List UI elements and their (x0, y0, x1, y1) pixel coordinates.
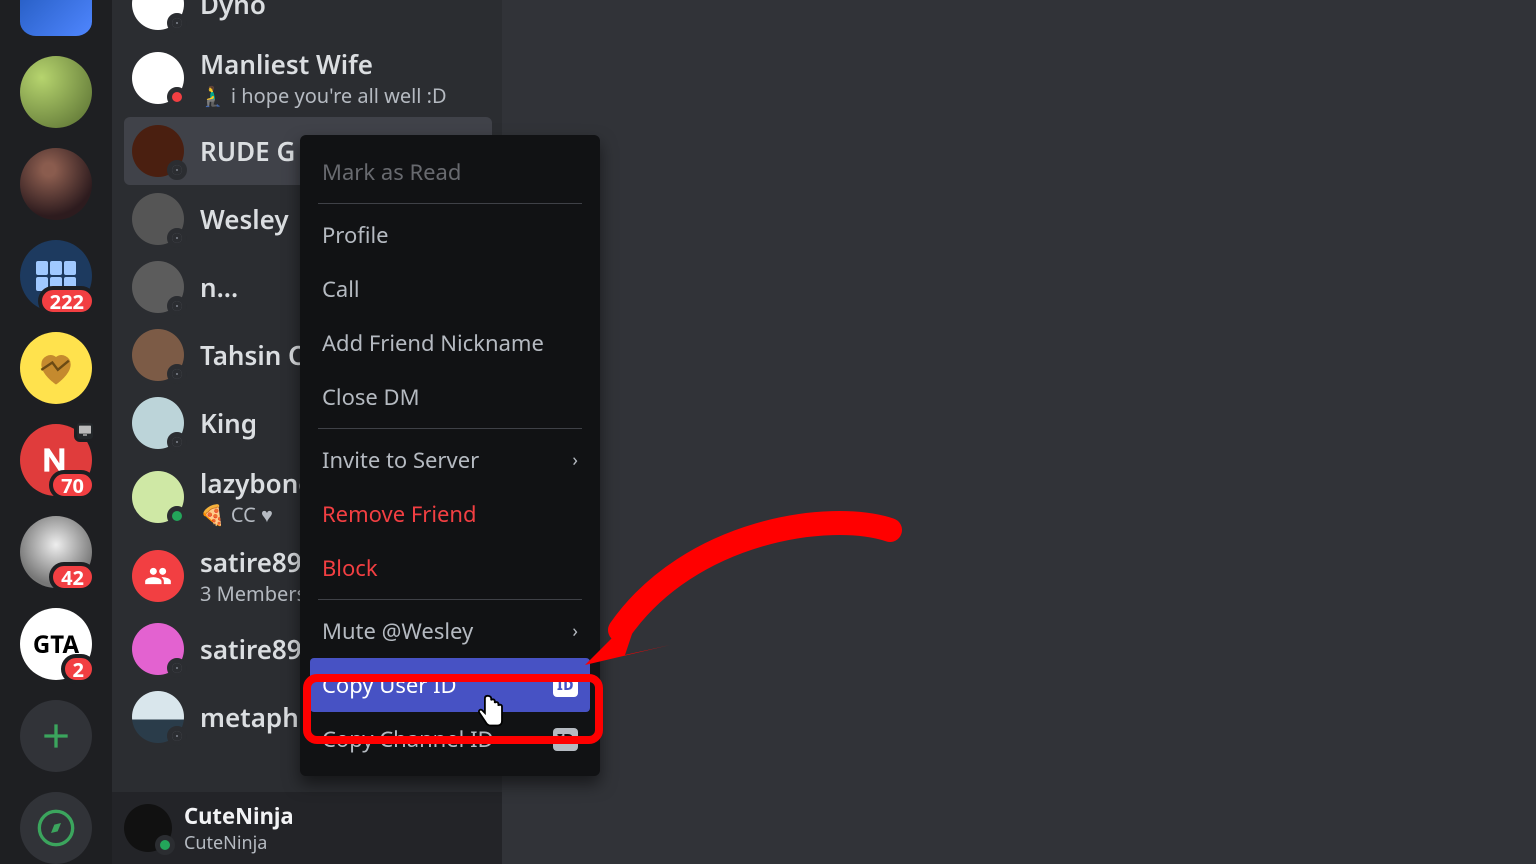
server-badge: 70 (49, 470, 96, 500)
presence-offline-icon (167, 432, 187, 452)
server-icon[interactable]: GTA 2 (20, 608, 92, 680)
server-icon[interactable] (20, 332, 92, 404)
dm-name: Wesley (200, 201, 289, 237)
server-icon[interactable]: 222 (20, 240, 92, 312)
server-badge: 42 (49, 562, 96, 592)
separator (318, 599, 582, 600)
ctx-copy-user-id[interactable]: Copy User IDID (310, 658, 590, 712)
plus-icon (36, 716, 76, 756)
chevron-right-icon: › (572, 619, 578, 643)
group-avatar (132, 550, 184, 602)
server-icon[interactable] (20, 56, 92, 128)
dm-members: 3 Members (200, 580, 306, 607)
server-icon[interactable] (20, 148, 92, 220)
presence-offline-icon (167, 726, 187, 746)
dm-status: 🧎‍♂️i hope you're all well :D (200, 82, 447, 109)
people-icon (144, 562, 172, 590)
explore-servers-button[interactable] (20, 792, 92, 864)
presence-offline-icon (167, 658, 187, 678)
server-icon[interactable]: 42 (20, 516, 92, 588)
dm-name: satire89 (200, 631, 302, 667)
presence-offline-icon (167, 13, 187, 33)
server-badge: 222 (38, 286, 96, 316)
ctx-copy-channel-id[interactable]: Copy Channel IDID (310, 712, 590, 766)
separator (318, 428, 582, 429)
main-content (502, 0, 1536, 864)
dm-name: Manliest Wife (200, 46, 447, 82)
presence-offline-icon (167, 296, 187, 316)
server-icon[interactable]: 70 (20, 424, 92, 496)
chevron-right-icon: › (572, 448, 578, 472)
id-badge-icon: ID (553, 674, 578, 697)
self-subtext: CuteNinja (184, 831, 294, 855)
heart-icon (34, 346, 78, 390)
presence-offline-icon (167, 160, 187, 180)
presence-dnd-icon (167, 87, 187, 107)
dm-item[interactable]: Manliest Wife 🧎‍♂️i hope you're all well… (124, 38, 492, 117)
ctx-mute[interactable]: Mute @Wesley› (310, 604, 590, 658)
presence-offline-icon (167, 364, 187, 384)
separator (318, 203, 582, 204)
ctx-call[interactable]: Call (310, 262, 590, 316)
add-server-button[interactable] (20, 700, 92, 772)
id-badge-icon: ID (553, 728, 578, 751)
ctx-block[interactable]: Block (310, 541, 590, 595)
monitor-icon (74, 420, 96, 442)
context-menu: Mark as Read Profile Call Add Friend Nic… (300, 135, 600, 776)
ctx-mark-as-read: Mark as Read (310, 145, 590, 199)
server-list: 222 70 42 GTA 2 (0, 0, 112, 864)
presence-online-icon (155, 835, 175, 855)
ctx-invite-to-server[interactable]: Invite to Server› (310, 433, 590, 487)
ctx-add-nickname[interactable]: Add Friend Nickname (310, 316, 590, 370)
dm-status: 🍕CC ♥ (200, 501, 314, 528)
ctx-remove-friend[interactable]: Remove Friend (310, 487, 590, 541)
presence-online-icon (167, 506, 187, 526)
emoji-icon: 🍕 (200, 501, 225, 528)
dm-name: King (200, 405, 257, 441)
dm-name: metaph (200, 699, 299, 735)
ctx-close-dm[interactable]: Close DM (310, 370, 590, 424)
dm-name: Tahsin C (200, 337, 305, 373)
user-footer[interactable]: CuteNinja CuteNinja (112, 792, 502, 864)
server-badge: 2 (61, 654, 96, 684)
server-icon-partial[interactable] (20, 0, 92, 36)
ctx-profile[interactable]: Profile (310, 208, 590, 262)
compass-icon (36, 808, 76, 848)
presence-offline-icon (167, 228, 187, 248)
dm-name: RUDE G (200, 133, 295, 169)
dm-name: Dyno (200, 0, 266, 22)
emoji-icon: 🧎‍♂️ (200, 82, 225, 109)
self-username: CuteNinja (184, 801, 294, 831)
dm-name: n... (200, 269, 238, 305)
dm-item[interactable]: Dyno (124, 0, 492, 38)
dm-name: lazybone (200, 465, 314, 501)
dm-name: satire89 (200, 544, 306, 580)
